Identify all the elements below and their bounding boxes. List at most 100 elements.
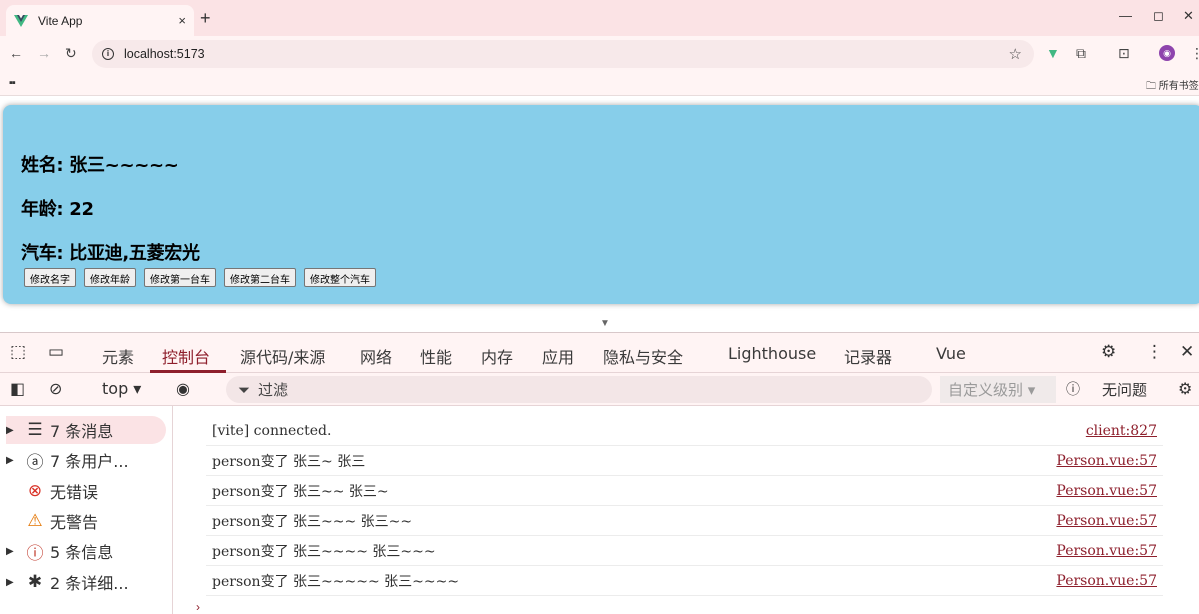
expand-caret-icon[interactable]: ▶ (6, 455, 20, 466)
sidebar-item-label: 7 条消息 (50, 422, 114, 441)
sidebar-item-errors[interactable]: ⊗ 无错误 (6, 477, 166, 505)
browser-toolbar: ← → ↻ i localhost:5173 ☆ ▼ ⧉ ⊡ ⋮ (0, 36, 1199, 72)
sidebar-item-user-messages[interactable]: ▶ ⓐ 7 条用户... (6, 446, 166, 474)
person-card: 姓名: 张三~~~~~ 年龄: 22 汽车: 比亚迪,五菱宏光 修改名字 修改年… (3, 105, 1199, 304)
info-icon: ⓘ (26, 543, 44, 564)
url-text: localhost:5173 (124, 47, 205, 61)
expand-caret-icon[interactable]: ▶ (6, 577, 20, 588)
more-options-icon[interactable]: ⋮ (1146, 342, 1163, 362)
all-bookmarks-folder[interactable]: 🗀 所有书签 (1146, 77, 1199, 96)
expand-caret-icon[interactable]: ▶ (6, 425, 20, 436)
sidebar-item-label: 5 条信息 (50, 543, 114, 562)
log-message: person变了 张三~ 张三 (212, 453, 366, 470)
devtools-resize-handle-icon[interactable]: ▼ (600, 318, 610, 329)
change-second-car-button[interactable]: 修改第二台车 (224, 268, 296, 287)
address-bar[interactable]: i localhost:5173 ☆ (92, 40, 1034, 68)
new-tab-button[interactable]: + (200, 8, 211, 29)
tab-console[interactable]: 控制台 (162, 344, 210, 368)
log-source-link[interactable]: Person.vue:57 (1056, 543, 1163, 559)
console-sidebar: ▶ ☰ 7 条消息 ▶ ⓐ 7 条用户... ⊗ 无错误 ⚠ 无警告 ▶ ⓘ 5… (0, 406, 173, 614)
close-window-icon[interactable]: ✕ (1183, 8, 1194, 24)
tab-recorder[interactable]: 记录器 (844, 344, 892, 368)
console-prompt-caret-icon[interactable]: › (196, 600, 200, 614)
settings-gear-icon[interactable]: ⚙ (1101, 342, 1116, 362)
filter-input[interactable]: ⏷ 过滤 (226, 376, 932, 403)
reload-icon[interactable]: ↻ (65, 45, 77, 62)
console-log-row: person变了 张三~~~~ 张三~~~ Person.vue:57 (206, 536, 1163, 566)
menu-icon[interactable]: ⋮ (1190, 45, 1199, 62)
error-icon: ⊗ (27, 481, 43, 501)
sidebar-toggle-icon[interactable]: ◧ (10, 379, 25, 399)
device-toolbar-icon[interactable]: ▭ (48, 342, 64, 362)
back-icon[interactable]: ← (9, 45, 23, 61)
log-source-link[interactable]: Person.vue:57 (1056, 483, 1163, 499)
sidebar-item-messages[interactable]: ▶ ☰ 7 条消息 (6, 416, 166, 444)
change-first-car-button[interactable]: 修改第一台车 (144, 268, 216, 287)
context-selector[interactable]: top ▾ (102, 379, 141, 398)
expand-caret-icon[interactable]: ▶ (6, 546, 20, 557)
person-age: 年龄: 22 (21, 199, 94, 220)
filter-placeholder: 过滤 (258, 381, 289, 399)
log-source-link[interactable]: Person.vue:57 (1056, 573, 1163, 589)
reading-mode-icon[interactable]: ⊡ (1118, 45, 1130, 62)
live-expression-eye-icon[interactable]: ◉ (176, 379, 190, 399)
vue-devtools-extension-icon[interactable]: ▼ (1046, 45, 1060, 61)
tab-network[interactable]: 网络 (360, 344, 392, 368)
extensions-icon[interactable]: ⧉ (1076, 45, 1086, 62)
browser-tab[interactable]: Vite App × (6, 5, 194, 36)
sidebar-item-label: 无警告 (50, 513, 99, 532)
issues-count[interactable]: 无问题 (1102, 379, 1147, 400)
log-source-link[interactable]: client:827 (1086, 423, 1163, 439)
maximize-icon[interactable]: ◻ (1153, 8, 1164, 24)
log-message: [vite] connected. (212, 422, 332, 439)
change-all-cars-button[interactable]: 修改整个汽车 (304, 268, 376, 287)
inspect-element-icon[interactable]: ⬚ (10, 342, 26, 362)
console-messages: [vite] connected. client:827 person变了 张三… (173, 406, 1199, 614)
user-icon: ⓐ (26, 452, 44, 473)
console-log-row: person变了 张三~ 张三 Person.vue:57 (206, 446, 1163, 476)
bookmark-star-icon[interactable]: ☆ (1009, 45, 1022, 63)
sidebar-item-label: 7 条用户... (50, 452, 129, 471)
sidebar-item-label: 2 条详细... (50, 574, 129, 593)
close-devtools-icon[interactable]: ✕ (1180, 342, 1194, 362)
log-message: person变了 张三~~~~ 张三~~~ (212, 543, 436, 560)
filter-funnel-icon: ⏷ (238, 380, 251, 399)
log-message: person变了 张三~~~ 张三~~ (212, 513, 413, 530)
warning-icon: ⚠ (27, 511, 43, 531)
sidebar-item-verbose[interactable]: ▶ ✱ 2 条详细... (6, 568, 166, 596)
sidebar-item-label: 无错误 (50, 483, 99, 502)
log-message: person变了 张三~~~~~ 张三~~~~ (212, 573, 460, 590)
close-tab-icon[interactable]: × (178, 13, 186, 28)
tab-memory[interactable]: 内存 (481, 344, 513, 368)
bookmarks-bar: ▪▪ 🗀 所有书签 (0, 72, 1199, 96)
tab-performance[interactable]: 性能 (420, 344, 452, 368)
console-log-row: [vite] connected. client:827 (206, 416, 1163, 446)
tab-sources[interactable]: 源代码/来源 (240, 344, 325, 368)
clear-console-icon[interactable]: ⊘ (49, 379, 62, 399)
apps-grid-icon[interactable]: ▪▪ (9, 77, 16, 89)
change-name-button[interactable]: 修改名字 (24, 268, 76, 287)
sidebar-item-info[interactable]: ▶ ⓘ 5 条信息 (6, 537, 166, 565)
sidebar-item-warnings[interactable]: ⚠ 无警告 (6, 507, 166, 535)
profile-avatar[interactable]: ◉ (1159, 45, 1175, 61)
tab-elements[interactable]: 元素 (102, 344, 134, 368)
log-level-select[interactable]: 自定义级别 ▾ (940, 376, 1056, 403)
devtools-panel: ⬚ ▭ 元素 控制台 源代码/来源 网络 性能 内存 应用 隐私与安全 Ligh… (0, 332, 1199, 614)
console-filter-bar: ◧ ⊘ top ▾ ◉ ⏷ 过滤 自定义级别 ▾ ⓘ 无问题 ⚙ (0, 373, 1199, 406)
devtools-tab-bar: ⬚ ▭ 元素 控制台 源代码/来源 网络 性能 内存 应用 隐私与安全 Ligh… (0, 333, 1199, 373)
tab-privacy-security[interactable]: 隐私与安全 (603, 344, 683, 368)
forward-icon[interactable]: → (37, 45, 51, 61)
tab-title: Vite App (38, 13, 83, 28)
console-settings-gear-icon[interactable]: ⚙ (1178, 379, 1192, 399)
minimize-icon[interactable]: — (1119, 8, 1132, 23)
list-icon: ☰ (27, 420, 43, 440)
console-body: ▶ ☰ 7 条消息 ▶ ⓐ 7 条用户... ⊗ 无错误 ⚠ 无警告 ▶ ⓘ 5… (0, 406, 1199, 614)
log-source-link[interactable]: Person.vue:57 (1056, 453, 1163, 469)
bug-icon: ✱ (27, 572, 43, 592)
change-age-button[interactable]: 修改年龄 (84, 268, 136, 287)
tab-vue[interactable]: Vue (936, 344, 966, 363)
tab-application[interactable]: 应用 (542, 344, 574, 368)
site-info-icon[interactable]: i (102, 48, 114, 60)
log-source-link[interactable]: Person.vue:57 (1056, 513, 1163, 529)
tab-lighthouse[interactable]: Lighthouse (728, 344, 816, 363)
